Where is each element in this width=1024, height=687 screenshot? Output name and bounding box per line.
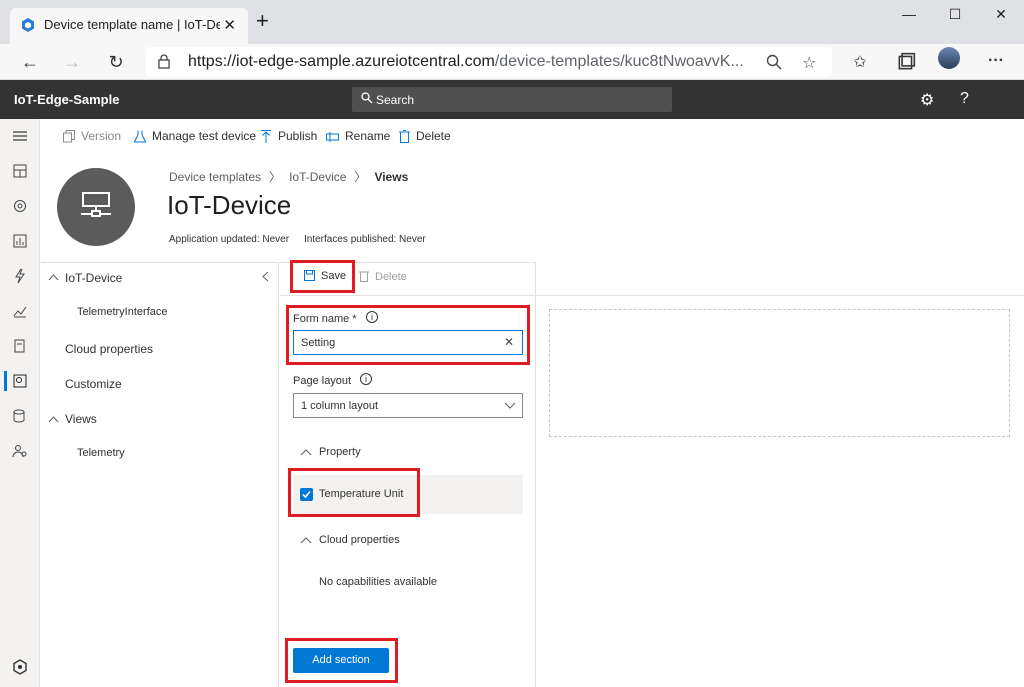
highlight-add-section <box>285 638 398 683</box>
breadcrumb-separator-icon: 〉 <box>269 170 282 184</box>
iot-central-logo-icon[interactable] <box>12 659 28 675</box>
delete-template-button[interactable]: Delete <box>399 129 451 143</box>
more-options-icon[interactable]: ··· <box>986 52 1006 72</box>
device-avatar <box>57 168 135 246</box>
new-tab-button[interactable]: + <box>256 10 269 32</box>
tab-close-icon[interactable]: ✕ <box>223 16 236 34</box>
breadcrumb-iot-device[interactable]: IoT-Device <box>289 170 346 184</box>
tree-item-views[interactable]: Views <box>65 412 97 426</box>
app-name[interactable]: IoT-Edge-Sample <box>14 92 119 107</box>
tree-item-telemetry-interface[interactable]: TelemetryInterface <box>77 306 167 318</box>
info-icon[interactable]: i <box>360 373 372 385</box>
command-bar: Version Manage test device Publish Renam… <box>41 119 1024 156</box>
device-templates-icon[interactable] <box>12 373 28 389</box>
version-label: Version <box>81 129 122 143</box>
app-header: IoT-Edge-Sample Search ⚙ ? <box>0 80 1024 119</box>
publish-button[interactable]: Publish <box>260 129 317 143</box>
app-updated-status: Application updated: Never <box>169 234 290 245</box>
rename-label: Rename <box>345 129 391 143</box>
highlight-form-name <box>286 305 530 365</box>
chevron-up-icon[interactable] <box>48 274 59 281</box>
url-path: /device-templates/kuc8tNwoavvK... <box>494 53 744 70</box>
publish-label: Publish <box>278 129 318 143</box>
tree-item-customize[interactable]: Customize <box>65 377 122 391</box>
trash-icon <box>359 271 369 282</box>
close-window-button[interactable]: ✕ <box>986 6 1016 26</box>
favorites-icon[interactable]: ✩ <box>850 52 870 72</box>
address-bar-row: ← → ↻ https://iot-edge-sample.azureiotce… <box>0 44 1024 80</box>
jobs-icon[interactable] <box>12 338 28 354</box>
chevron-up-icon[interactable] <box>300 449 312 456</box>
hamburger-menu-icon[interactable] <box>12 128 28 144</box>
delete-view-button[interactable]: Delete <box>359 270 407 283</box>
devices-icon[interactable] <box>12 198 28 214</box>
url-field[interactable]: https://iot-edge-sample.azureiotcentral.… <box>146 47 832 77</box>
template-tree <box>41 262 279 687</box>
breadcrumb-separator-icon: 〉 <box>354 170 367 184</box>
cloud-properties-section-header[interactable]: Cloud properties <box>319 534 400 546</box>
tree-item-iot-device[interactable]: IoT-Device <box>65 271 122 285</box>
manage-test-device-button[interactable]: Manage test device <box>133 129 257 143</box>
back-icon[interactable]: ← <box>20 52 40 72</box>
interfaces-published-status: Interfaces published: Never <box>304 234 426 245</box>
help-icon[interactable]: ? <box>960 90 969 108</box>
search-placeholder: Search <box>376 93 415 107</box>
manage-test-device-label: Manage test device <box>152 129 257 143</box>
flask-icon <box>133 130 147 143</box>
tree-item-telemetry[interactable]: Telemetry <box>77 447 125 459</box>
lock-icon <box>158 54 170 69</box>
page-title: IoT-Device <box>167 190 292 220</box>
copy-icon <box>63 130 75 143</box>
analytics-icon[interactable] <box>12 233 28 249</box>
search-icon <box>361 92 373 104</box>
browser-tab-bar: Device template name | IoT-Devi ✕ + — ☐ … <box>0 0 1024 44</box>
page-layout-value: 1 column layout <box>301 400 379 412</box>
breadcrumb-views: Views <box>374 170 409 184</box>
chevron-down-icon <box>504 402 516 409</box>
rules-icon[interactable] <box>12 268 28 284</box>
rail-selection-indicator <box>4 371 7 391</box>
rename-icon <box>326 132 339 142</box>
highlight-temperature-unit <box>288 468 420 517</box>
url-domain: https://iot-edge-sample.azureiotcentral.… <box>188 53 495 70</box>
administration-icon[interactable] <box>12 443 28 459</box>
iot-central-icon <box>22 18 34 32</box>
trash-icon <box>399 130 410 143</box>
minimize-button[interactable]: — <box>894 6 924 26</box>
settings-gear-icon[interactable]: ⚙ <box>920 90 934 110</box>
maximize-button[interactable]: ☐ <box>940 6 970 26</box>
page: Device template name | IoT-Devi ✕ + — ☐ … <box>0 0 1024 687</box>
profile-avatar[interactable] <box>938 47 960 69</box>
data-export-icon[interactable] <box>12 408 28 424</box>
dashboard-icon[interactable] <box>12 163 28 179</box>
tree-item-cloud-properties[interactable]: Cloud properties <box>65 342 153 356</box>
left-nav-rail <box>0 119 40 687</box>
collapse-panel-icon[interactable] <box>262 271 269 282</box>
no-capabilities-text: No capabilities available <box>319 576 438 588</box>
refresh-icon[interactable]: ↻ <box>106 52 126 72</box>
delete-view-label: Delete <box>375 271 407 283</box>
chevron-up-icon[interactable] <box>300 537 312 544</box>
property-section-header[interactable]: Property <box>319 446 361 458</box>
version-button[interactable]: Version <box>63 129 121 143</box>
page-layout-dropdown[interactable]: 1 column layout <box>293 393 523 418</box>
page-layout-label: Page layout <box>293 375 352 387</box>
tab-title: Device template name | IoT-Devi <box>44 17 220 32</box>
chevron-up-icon[interactable] <box>48 416 59 423</box>
browser-tab[interactable]: Device template name | IoT-Devi ✕ <box>10 8 248 44</box>
chart-line-icon[interactable] <box>12 303 28 319</box>
forward-icon[interactable]: → <box>62 52 82 72</box>
favorite-star-icon[interactable]: ☆ <box>802 53 816 73</box>
breadcrumb: Device templates 〉 IoT-Device 〉 Views <box>169 168 408 185</box>
network-device-icon <box>81 192 111 217</box>
search-box[interactable]: Search <box>352 87 672 112</box>
collections-icon[interactable] <box>896 52 916 72</box>
breadcrumb-device-templates[interactable]: Device templates <box>169 170 261 184</box>
rename-button[interactable]: Rename <box>326 129 390 143</box>
highlight-save <box>290 260 355 293</box>
zoom-icon[interactable] <box>766 54 782 70</box>
upload-arrow-icon <box>261 130 271 143</box>
view-preview-canvas <box>549 309 1010 437</box>
delete-template-label: Delete <box>416 129 451 143</box>
